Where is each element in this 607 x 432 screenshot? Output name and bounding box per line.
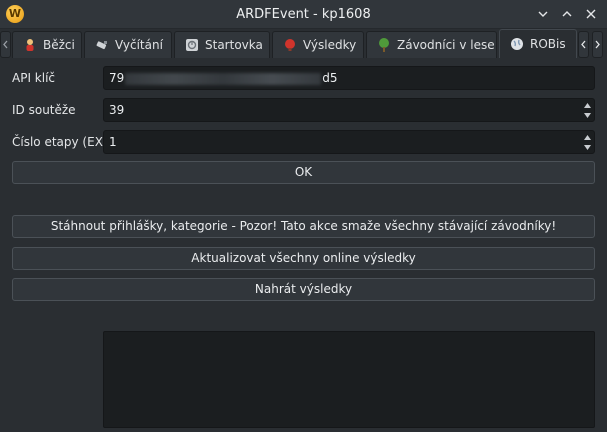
tab-scroll-right-button[interactable] xyxy=(592,31,603,58)
tab-label: Startovka xyxy=(205,38,263,52)
api-key-field[interactable]: 79 d5 xyxy=(103,66,595,90)
arrow-up-icon xyxy=(583,102,591,108)
competition-id-value: 39 xyxy=(109,103,125,117)
close-button[interactable] xyxy=(583,6,599,22)
forest-icon xyxy=(377,38,391,52)
tab-scroll-left-button[interactable] xyxy=(0,31,11,58)
tab-label: ROBis xyxy=(530,37,566,51)
competition-id-stepper[interactable] xyxy=(581,100,593,120)
stage-stepper[interactable] xyxy=(581,132,593,152)
step-down-button[interactable] xyxy=(581,110,593,120)
tab-runners[interactable]: Běžci xyxy=(12,31,82,58)
step-up-button[interactable] xyxy=(581,100,593,110)
tab-start-list[interactable]: Startovka xyxy=(174,31,270,58)
globe-icon xyxy=(510,37,524,51)
download-entries-button[interactable]: Stáhnout přihlášky, kategorie - Pozor! T… xyxy=(12,215,595,238)
api-key-label: API klíč xyxy=(12,71,56,85)
tab-scroll-left-button-2[interactable] xyxy=(578,31,589,58)
robis-panel: API klíč 79 d5 ID soutěže 39 Číslo etapy … xyxy=(0,58,607,432)
chevron-right-icon xyxy=(595,40,600,49)
tab-runners-in-forest[interactable]: Závodníci v lese xyxy=(366,31,497,58)
update-online-results-button[interactable]: Aktualizovat všechny online výsledky xyxy=(12,247,595,270)
window-title: ARDFEvent - kp1608 xyxy=(236,7,371,22)
close-icon xyxy=(586,9,596,19)
reader-icon xyxy=(95,38,109,52)
tab-readout[interactable]: Vyčítání xyxy=(84,31,172,58)
arrow-down-icon xyxy=(583,112,591,118)
stage-label: Číslo etapy (EX) xyxy=(12,135,108,149)
chevron-up-icon xyxy=(562,11,572,17)
runner-icon xyxy=(23,38,37,52)
stage-value: 1 xyxy=(109,135,117,149)
api-key-suffix: d5 xyxy=(322,71,338,85)
ok-button[interactable]: OK xyxy=(12,161,595,184)
competition-id-spinbox[interactable]: 39 xyxy=(103,98,595,122)
arrow-up-icon xyxy=(583,134,591,140)
competition-id-label: ID soutěže xyxy=(12,103,76,117)
maximize-button[interactable] xyxy=(559,6,575,22)
arrow-down-icon xyxy=(583,144,591,150)
log-output-area xyxy=(103,331,595,428)
tab-bar: Běžci Vyčítání Startovka Výsledky Závodn… xyxy=(0,29,607,58)
tab-robis[interactable]: ROBis xyxy=(499,29,577,58)
chevron-down-icon xyxy=(538,11,548,17)
tab-label: Závodníci v lese xyxy=(397,38,495,52)
redacted-key-mask xyxy=(125,72,322,85)
start-list-icon xyxy=(185,38,199,52)
stage-spinbox[interactable]: 1 xyxy=(103,130,595,154)
chevron-left-icon xyxy=(581,40,586,49)
tab-label: Běžci xyxy=(43,38,75,52)
tab-results[interactable]: Výsledky xyxy=(272,31,364,58)
step-down-button[interactable] xyxy=(581,142,593,152)
step-up-button[interactable] xyxy=(581,132,593,142)
api-key-prefix: 79 xyxy=(109,71,125,85)
chevron-left-icon xyxy=(3,40,8,49)
tab-label: Vyčítání xyxy=(115,38,163,52)
results-icon xyxy=(283,38,297,52)
tab-label: Výsledky xyxy=(303,38,357,52)
title-bar: W ARDFEvent - kp1608 xyxy=(0,0,607,29)
minimize-button[interactable] xyxy=(535,6,551,22)
upload-results-button[interactable]: Nahrát výsledky xyxy=(12,278,595,301)
